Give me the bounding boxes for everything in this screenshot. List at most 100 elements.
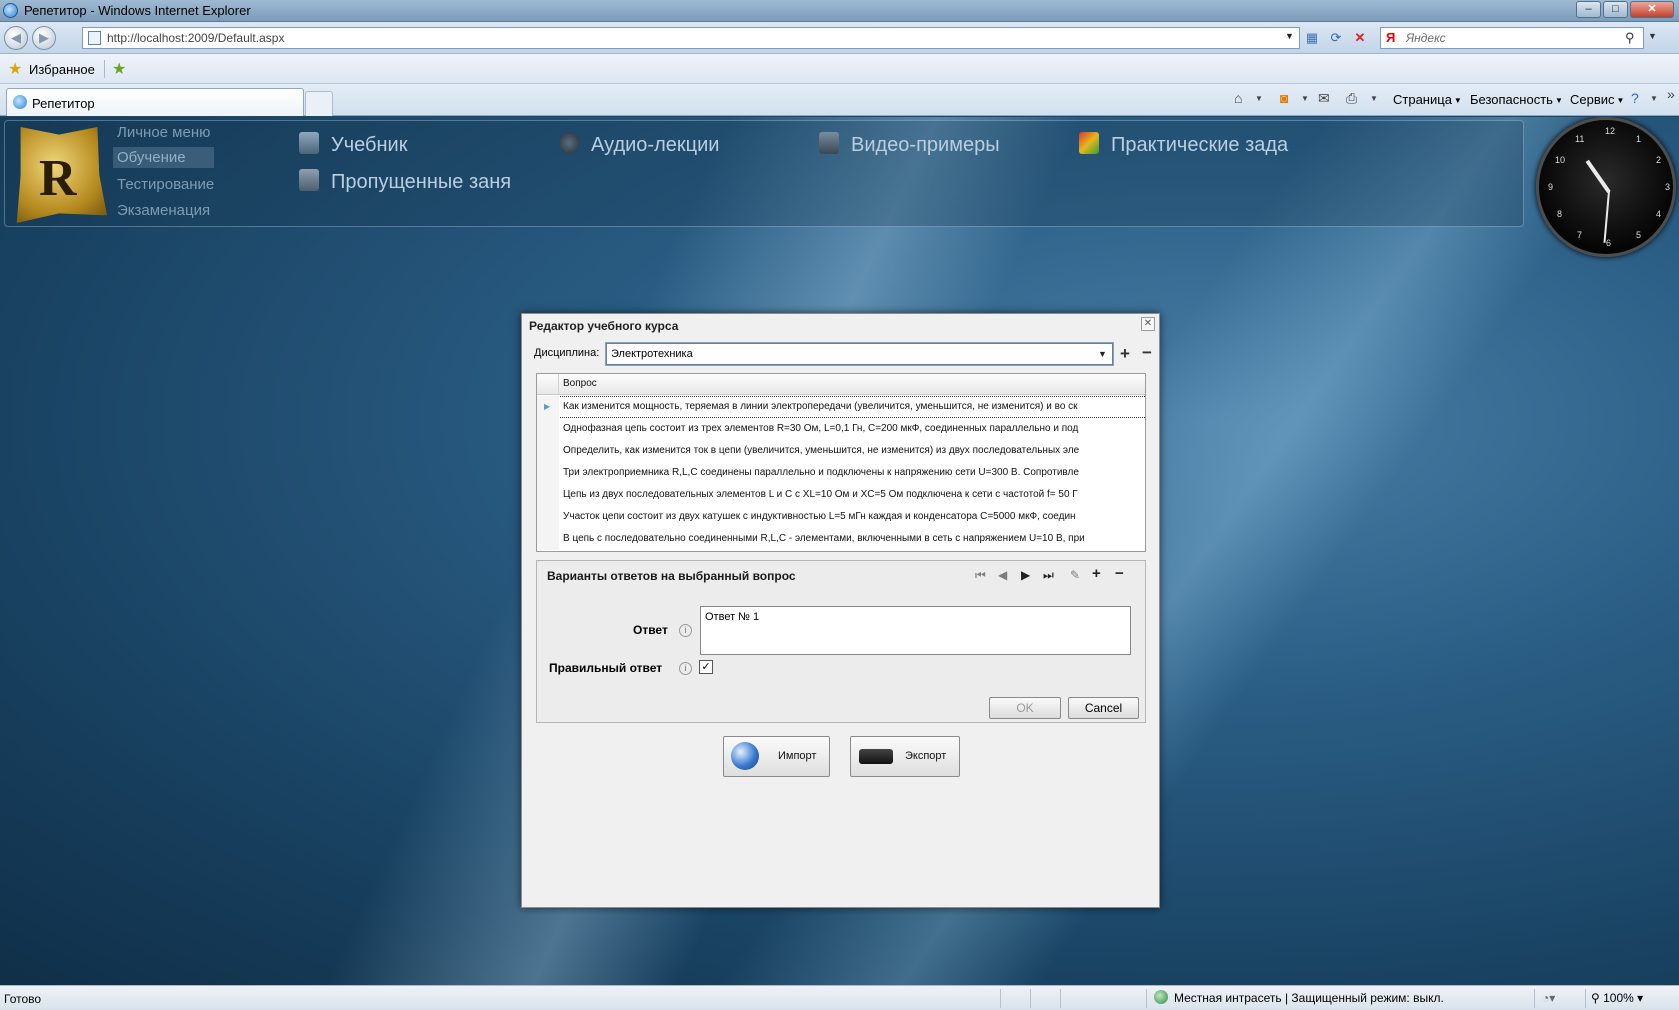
print-icon[interactable]: ⎙ [1346, 90, 1357, 107]
refresh-icon[interactable]: ⟳ [1325, 27, 1347, 49]
address-url[interactable]: http://localhost:2009/Default.aspx [107, 31, 284, 45]
table-row[interactable]: Определить, как изменится ток в цепи (ув… [537, 440, 1145, 462]
nav-missed[interactable]: Пропущенные заня [299, 169, 511, 194]
table-row[interactable]: ▶ Как изменится мощность, теряемая в лин… [537, 396, 1145, 418]
previous-record-icon[interactable]: ◀ [998, 568, 1007, 582]
chevron-more-icon[interactable]: » [1667, 86, 1675, 102]
question-cell[interactable]: Определить, как изменится ток в цепи (ув… [563, 445, 1143, 456]
menu-personal[interactable]: Личное меню [117, 124, 210, 141]
export-button[interactable]: Экспорт [850, 736, 960, 777]
security-zone-text[interactable]: Местная интрасеть | Защищенный режим: вы… [1174, 991, 1444, 1005]
ok-button[interactable]: OK [989, 697, 1061, 719]
import-button[interactable]: Импорт [723, 736, 830, 777]
practice-icon [1079, 132, 1099, 154]
favorites-star-icon[interactable]: ★ [8, 59, 22, 79]
print-dropdown-icon[interactable]: ▼ [1370, 94, 1378, 103]
column-header-question[interactable]: Вопрос [563, 378, 597, 389]
remove-discipline-icon[interactable]: − [1142, 343, 1152, 363]
nav-video-label: Видео-примеры [851, 134, 1000, 156]
ie-logo-icon [3, 3, 18, 18]
nav-video[interactable]: Видео-примеры [819, 132, 1000, 157]
nav-practice[interactable]: Практические зада [1079, 132, 1288, 157]
search-options-icon[interactable]: ▼ [1648, 31, 1657, 41]
menu-testing[interactable]: Тестирование [117, 176, 214, 193]
last-record-icon[interactable]: ⏭ [1043, 568, 1054, 583]
table-row[interactable]: В цепь с последовательно соединенными R,… [537, 528, 1145, 550]
chevron-down-icon[interactable]: ▼ [1098, 349, 1107, 359]
add-discipline-icon[interactable]: + [1120, 344, 1130, 364]
question-cell[interactable]: Участок цепи состоит из двух катушек с и… [563, 511, 1143, 522]
answer-label: Ответ [633, 623, 668, 637]
table-row[interactable]: Участок цепи состоит из двух катушек с и… [537, 506, 1145, 528]
next-record-icon[interactable]: ▶ [1021, 568, 1030, 582]
status-separator [1060, 989, 1061, 1008]
search-placeholder[interactable]: Яндекс [1406, 31, 1446, 45]
table-row[interactable]: Цепь из двух последовательных элементов … [537, 484, 1145, 506]
feeds-dropdown-icon[interactable]: ▼ [1301, 94, 1309, 103]
question-cell[interactable]: Три электроприемника R,L,C соединены пар… [563, 467, 1143, 478]
analog-clock: 12 1 2 3 4 5 6 7 8 9 10 11 [1536, 117, 1676, 257]
security-menu[interactable]: Безопасность ▼ [1470, 92, 1563, 107]
discipline-select[interactable]: Электротехника ▼ [606, 343, 1113, 365]
question-cell[interactable]: Как изменится мощность, теряемая в линии… [563, 401, 1143, 412]
help-dropdown-icon[interactable]: ▼ [1650, 94, 1658, 103]
answer-textarea[interactable]: Ответ № 1 [700, 606, 1131, 655]
menu-learning[interactable]: Обучение [113, 147, 214, 168]
new-tab-button[interactable] [305, 91, 333, 116]
zoom-value: 100% [1603, 991, 1634, 1005]
edit-pencil-icon[interactable]: ✎ [1070, 568, 1080, 582]
cancel-button[interactable]: Cancel [1068, 697, 1139, 719]
favorites-button[interactable]: Избранное [29, 62, 95, 77]
protected-mode-icon[interactable]: ◔▾ [1542, 991, 1555, 1005]
page-menu[interactable]: Страница ▼ [1393, 92, 1462, 107]
mail-icon[interactable]: ✉ [1318, 90, 1330, 107]
headphones-icon [559, 132, 579, 154]
menu-exam[interactable]: Экзаменация [117, 202, 210, 219]
stop-icon[interactable]: ✕ [1349, 27, 1371, 49]
tab-repetitor[interactable]: Репетитор [6, 88, 304, 116]
zoom-level[interactable]: ⚲ 100% ▾ [1591, 991, 1643, 1005]
tab-bar: Репетитор ⌂ ▼ ◙ ▼ ✉ ⎙ ▼ Страница ▼ Безопа… [0, 84, 1679, 116]
add-favorite-icon[interactable]: ★ [112, 59, 126, 79]
nav-audio[interactable]: Аудио-лекции [559, 132, 719, 157]
close-window-button[interactable]: ✕ [1630, 1, 1674, 18]
home-dropdown-icon[interactable]: ▼ [1255, 94, 1263, 103]
question-cell[interactable]: Цепь из двух последовательных элементов … [563, 489, 1143, 500]
table-row[interactable]: Три электроприемника R,L,C соединены пар… [537, 462, 1145, 484]
first-record-icon[interactable]: ⏮ [975, 568, 986, 583]
question-cell[interactable]: В цепь с последовательно соединенными R,… [563, 533, 1143, 544]
correct-answer-checkbox[interactable]: ✓ [699, 660, 713, 674]
help-icon[interactable]: ? [1631, 90, 1639, 106]
remove-answer-icon[interactable]: − [1115, 565, 1124, 582]
app-logo: R [16, 127, 107, 223]
clock-number: 10 [1555, 155, 1566, 165]
video-camera-icon [819, 132, 839, 154]
dialog-close-icon[interactable]: ✕ [1141, 317, 1155, 331]
nav-textbook[interactable]: Учебник [299, 132, 407, 157]
export-label: Экспорт [905, 750, 947, 762]
navigation-bar: ◀ ▶ http://localhost:2009/Default.aspx ▼… [0, 22, 1679, 54]
feeds-icon[interactable]: ◙ [1280, 90, 1288, 106]
maximize-button[interactable]: □ [1603, 1, 1628, 18]
back-button[interactable]: ◀ [4, 26, 28, 50]
address-dropdown-icon[interactable]: ▼ [1285, 31, 1294, 41]
clock-number: 8 [1557, 209, 1563, 219]
table-row[interactable]: Однофазная цепь состоит из трех элементо… [537, 418, 1145, 440]
add-answer-icon[interactable]: + [1092, 565, 1101, 582]
security-menu-caret-icon: ▼ [1554, 96, 1563, 106]
correct-answer-info-icon: i [679, 662, 692, 675]
row-pointer-icon: ▶ [544, 402, 551, 411]
clock-number: 3 [1665, 182, 1671, 192]
minimize-button[interactable]: – [1576, 1, 1601, 18]
question-cell[interactable]: Однофазная цепь состоит из трех элементо… [563, 423, 1143, 434]
address-bar[interactable]: http://localhost:2009/Default.aspx ▼ [82, 27, 1300, 49]
row-header [537, 484, 559, 506]
row-header [537, 462, 559, 484]
search-icon[interactable]: ⚲ [1625, 30, 1635, 46]
row-header [537, 528, 559, 550]
forward-button[interactable]: ▶ [32, 26, 56, 50]
search-box[interactable]: Я Яндекс ⚲ [1380, 27, 1644, 49]
service-menu[interactable]: Сервис ▼ [1570, 92, 1624, 107]
home-icon[interactable]: ⌂ [1234, 90, 1242, 106]
compatibility-view-icon[interactable]: ▦ [1301, 27, 1323, 49]
